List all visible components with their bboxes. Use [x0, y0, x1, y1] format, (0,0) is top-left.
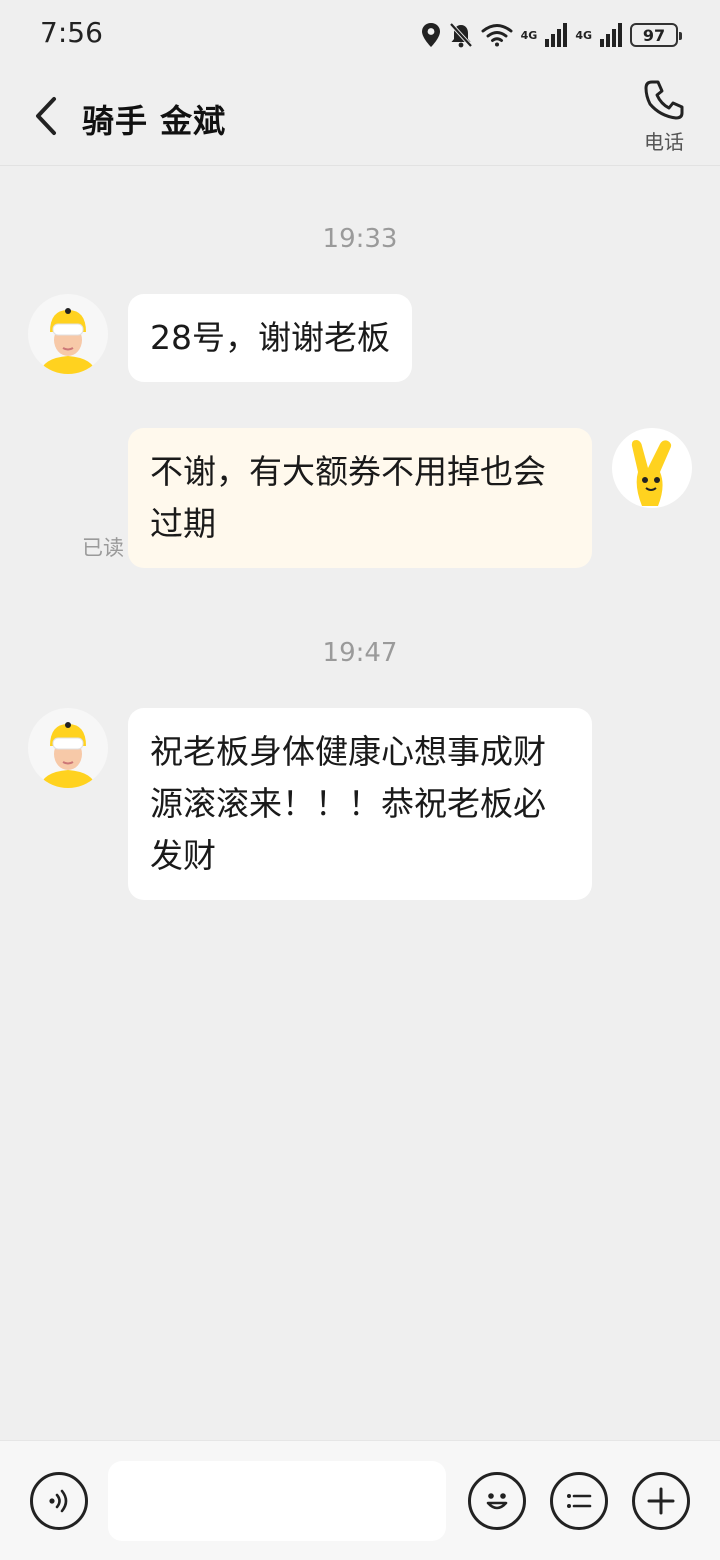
mute-bell-icon	[449, 22, 473, 48]
my-avatar[interactable]	[612, 428, 692, 508]
signal-icon	[545, 23, 568, 47]
read-status: 已读	[82, 536, 124, 560]
message-bubble-received[interactable]: 28号，谢谢老板	[128, 294, 412, 382]
timestamp: 19:47	[322, 638, 398, 668]
phone-icon	[644, 80, 684, 120]
battery-level: 97	[642, 25, 666, 45]
message-input[interactable]	[108, 1461, 446, 1541]
my-avatar-image	[631, 440, 672, 506]
chat-header: 骑手 金斌 电话	[0, 70, 720, 166]
voice-icon	[49, 1489, 68, 1513]
timestamp: 19:33	[322, 224, 398, 254]
phone-call-button[interactable]: 电话	[632, 78, 696, 162]
chat-screen: 7:56 4G 4G 97 骑手 金斌 电话 19:33 28号，谢谢老板 不谢…	[0, 0, 720, 1560]
message-bubble-received[interactable]: 祝老板身体健康心想事成财源滚滚来！！！恭祝老板必发财	[128, 708, 592, 900]
location-icon	[421, 23, 440, 47]
quick-phrases-button[interactable]	[550, 1472, 608, 1530]
message-bubble-sent[interactable]: 不谢，有大额券不用掉也会过期	[128, 428, 592, 568]
rider-avatar[interactable]	[28, 294, 108, 374]
network-type-label-2: 4G	[575, 28, 592, 42]
back-button[interactable]	[26, 94, 66, 138]
rider-avatar-image	[40, 308, 96, 374]
status-icons: 4G 4G 97	[421, 18, 682, 52]
chat-title: 骑手 金斌	[82, 102, 227, 140]
status-time: 7:56	[40, 16, 103, 49]
battery-icon: 97	[630, 23, 682, 47]
more-options-button[interactable]	[632, 1472, 690, 1530]
wifi-icon	[481, 24, 513, 47]
network-type-label-1: 4G	[520, 28, 538, 42]
phone-label: 电话	[644, 130, 684, 154]
signal-icon	[600, 23, 622, 47]
chevron-left-icon	[36, 97, 56, 135]
list-icon	[567, 1494, 592, 1508]
rider-avatar[interactable]	[28, 708, 108, 788]
emoji-button[interactable]	[468, 1472, 526, 1530]
input-bar	[0, 1440, 720, 1560]
voice-input-button[interactable]	[30, 1472, 88, 1530]
smiley-icon	[486, 1493, 508, 1510]
rider-avatar-image	[40, 722, 96, 788]
status-bar: 7:56 4G 4G 97	[0, 0, 720, 70]
plus-icon	[647, 1487, 675, 1515]
